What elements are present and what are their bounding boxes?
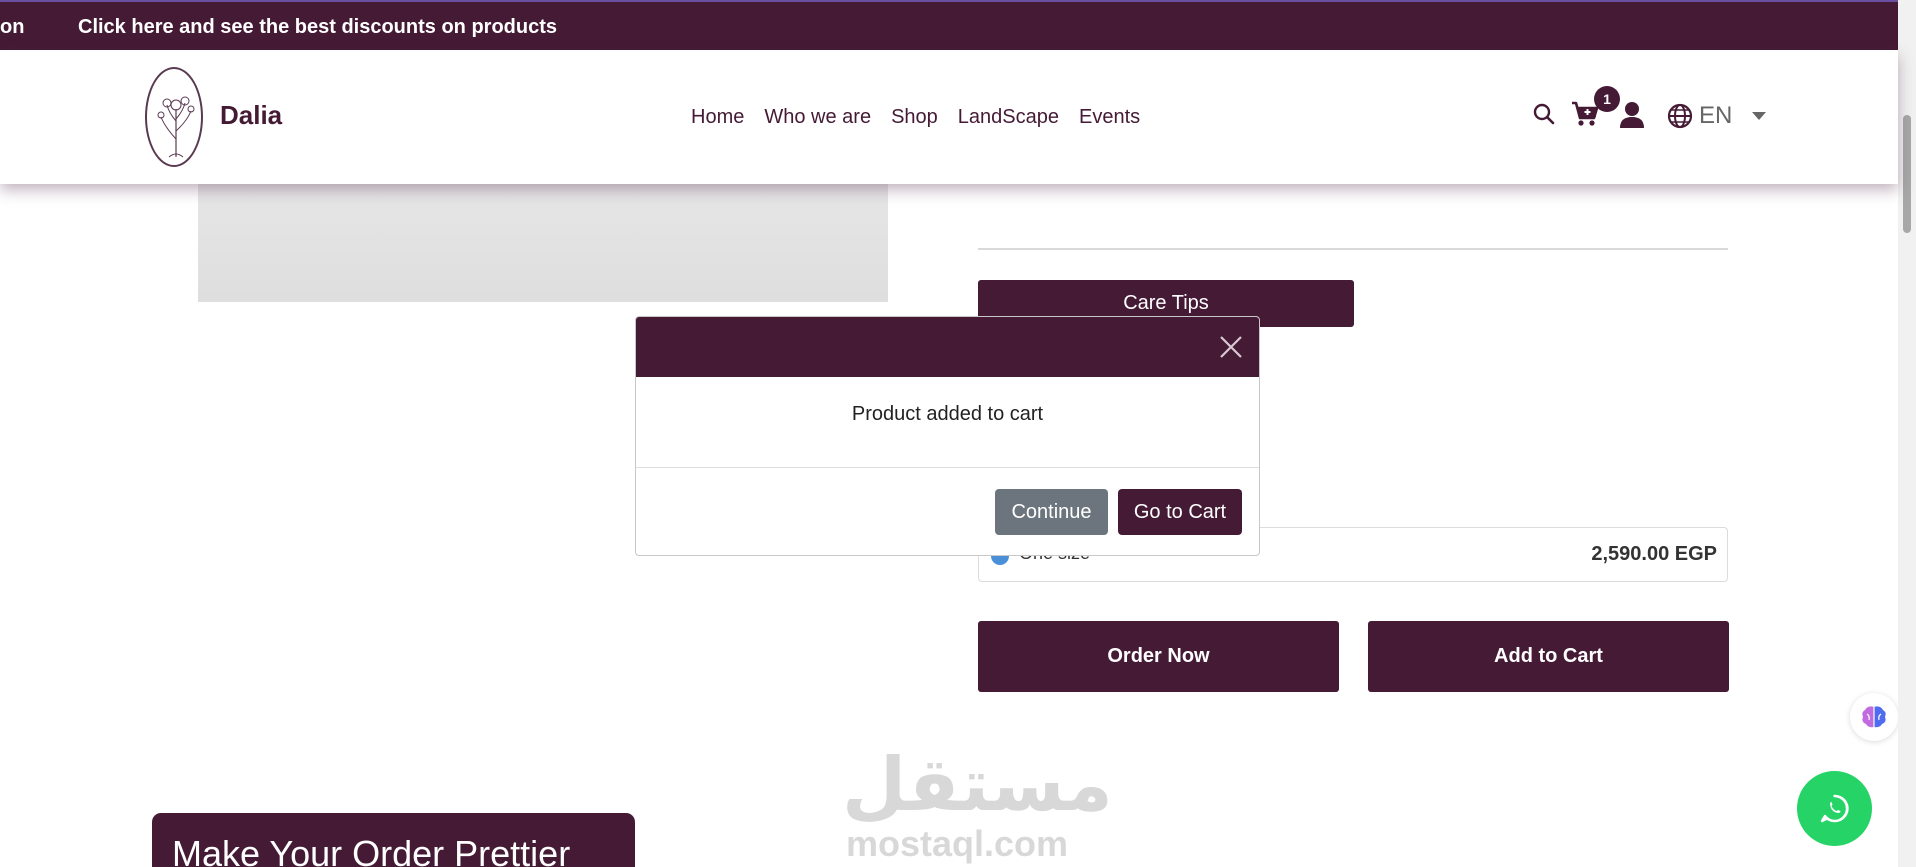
watermark-latin: mostaql.com bbox=[845, 823, 1069, 864]
brain-icon bbox=[1862, 706, 1886, 728]
brand-name[interactable]: Dalia bbox=[220, 100, 282, 131]
whatsapp-icon bbox=[1820, 794, 1849, 823]
watermark: مستقل mostaql.com bbox=[842, 742, 1113, 864]
continue-button[interactable]: Continue bbox=[995, 489, 1108, 535]
promo-bar[interactable]: on Click here and see the best discounts… bbox=[0, 0, 1898, 50]
language-selector[interactable]: EN bbox=[1667, 102, 1767, 130]
cart-modal: Product added to cart Continue Go to Car… bbox=[635, 316, 1260, 556]
nav-item-shop[interactable]: Shop bbox=[891, 106, 938, 129]
nav-item-home[interactable]: Home bbox=[691, 106, 744, 129]
add-to-cart-button[interactable]: Add to Cart bbox=[1368, 621, 1729, 692]
globe-icon bbox=[1667, 103, 1693, 129]
site-header: Dalia Home Who we are Shop LandScape Eve… bbox=[0, 50, 1898, 184]
caret-down-icon bbox=[1752, 112, 1767, 120]
ai-assistant-button[interactable] bbox=[1850, 693, 1898, 741]
nav-item-events[interactable]: Events bbox=[1079, 106, 1140, 129]
size-price: 2,590.00 EGP bbox=[1591, 543, 1717, 565]
modal-header bbox=[636, 317, 1259, 377]
nav-item-who-we-are[interactable]: Who we are bbox=[764, 106, 871, 129]
scrollbar-thumb[interactable] bbox=[1903, 115, 1911, 233]
modal-message: Product added to cart bbox=[851, 403, 1044, 425]
section-divider bbox=[978, 248, 1728, 250]
order-now-button[interactable]: Order Now bbox=[978, 621, 1339, 692]
promo-text[interactable]: Click here and see the best discounts on… bbox=[78, 16, 557, 39]
section-title: Make Your Order Prettier bbox=[172, 833, 571, 867]
scrollbar[interactable] bbox=[1898, 0, 1916, 867]
modal-divider bbox=[636, 467, 1259, 468]
promo-text-partial[interactable]: on bbox=[0, 16, 24, 39]
section-title-box: Make Your Order Prettier bbox=[152, 813, 635, 867]
whatsapp-button[interactable] bbox=[1797, 771, 1872, 846]
user-icon[interactable] bbox=[1619, 101, 1645, 129]
brand-logo[interactable] bbox=[145, 67, 203, 167]
go-to-cart-button[interactable]: Go to Cart bbox=[1118, 489, 1242, 535]
search-icon[interactable] bbox=[1532, 102, 1556, 126]
watermark-arabic: مستقل bbox=[842, 742, 1113, 828]
language-label: EN bbox=[1699, 102, 1733, 129]
product-image[interactable] bbox=[198, 184, 888, 302]
nav-item-landscape[interactable]: LandScape bbox=[958, 106, 1059, 129]
close-icon[interactable] bbox=[1219, 335, 1243, 359]
flower-logo-icon bbox=[157, 96, 195, 158]
cart-count-badge: 1 bbox=[1594, 86, 1620, 112]
main-nav: Home Who we are Shop LandScape Events bbox=[691, 106, 1140, 129]
